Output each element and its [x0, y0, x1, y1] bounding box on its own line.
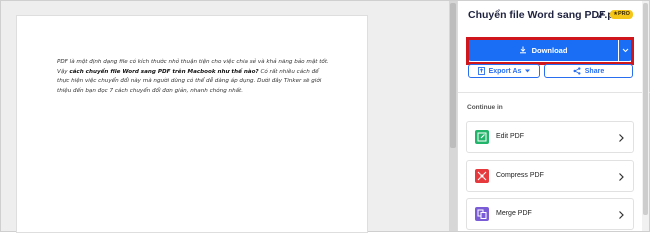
merge-pdf-action[interactable]: Merge PDF — [466, 198, 634, 230]
continue-in-label: Continue in — [467, 104, 503, 111]
viewer-scrollbar[interactable] — [449, 1, 457, 231]
export-as-button[interactable]: Export As — [468, 64, 540, 78]
document-paragraph: PDF là một định dạng file có kích thước … — [57, 58, 332, 96]
chevron-right-icon — [619, 173, 624, 181]
panel-divider — [458, 92, 650, 93]
side-panel: Chuyển file Word sang PDF.pdf ★PRO Downl… — [457, 1, 650, 231]
chevron-right-icon — [619, 134, 624, 142]
panel-scrollbar-thumb[interactable] — [643, 3, 648, 215]
merge-pdf-label: Merge PDF — [496, 210, 532, 217]
export-label: Export As — [488, 67, 522, 75]
edit-pdf-action[interactable]: Edit PDF — [466, 121, 634, 153]
share-icon — [573, 67, 581, 75]
merge-pdf-icon — [475, 207, 489, 221]
document-page: PDF là một định dạng file có kích thước … — [16, 15, 368, 233]
edit-pdf-icon — [475, 130, 489, 144]
compress-pdf-icon — [475, 169, 489, 183]
compress-pdf-label: Compress PDF — [496, 172, 544, 179]
document-viewer: PDF là một định dạng file có kích thước … — [1, 1, 449, 233]
viewer-scrollbar-thumb[interactable] — [450, 3, 456, 148]
share-label: Share — [584, 67, 605, 75]
panel-scrollbar[interactable] — [642, 1, 649, 231]
chevron-right-icon — [619, 211, 624, 219]
caret-down-icon — [525, 69, 531, 73]
rename-pencil-icon[interactable] — [596, 10, 606, 20]
download-highlight-box — [466, 37, 634, 65]
edit-pdf-label: Edit PDF — [496, 133, 525, 140]
pro-badge: ★PRO — [610, 10, 633, 19]
document-text-bold: cách chuyển file Word sang PDF trên Macb… — [69, 68, 259, 75]
export-icon — [477, 67, 485, 75]
compress-pdf-action[interactable]: Compress PDF — [466, 160, 634, 192]
share-button[interactable]: Share — [544, 64, 633, 78]
